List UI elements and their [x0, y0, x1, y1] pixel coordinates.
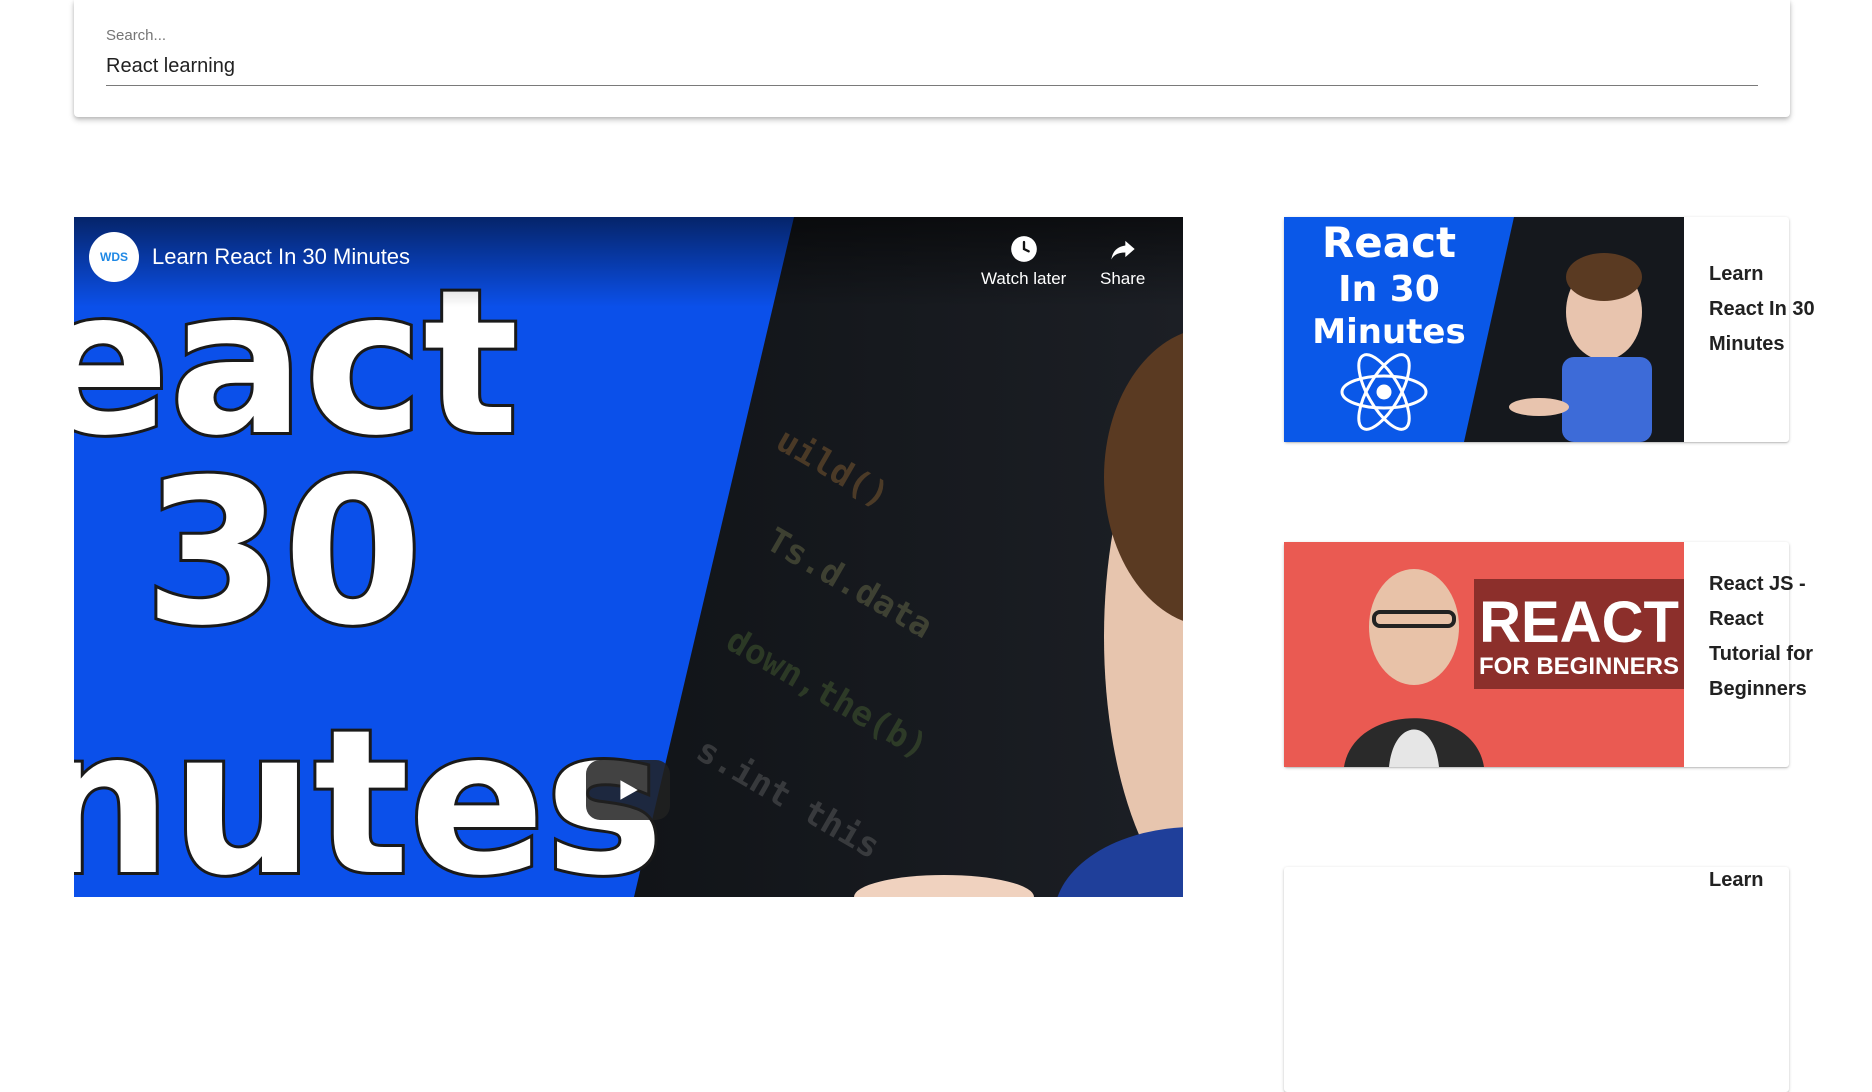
video-title[interactable]: Learn React In 30 Minutes: [1709, 257, 1819, 362]
thumb-text: Minutes: [1312, 312, 1465, 352]
share-button[interactable]: Share: [1100, 235, 1145, 289]
video-thumbnail: REACT FOR BEGINNERS: [1284, 542, 1684, 767]
play-icon: [620, 780, 638, 800]
search-input[interactable]: [106, 52, 1758, 80]
video-thumbnail: React In 30 Minutes: [1284, 217, 1684, 442]
thumb-text-line3: nutes: [74, 687, 664, 897]
share-icon: [1111, 240, 1135, 260]
search-card: Search...: [74, 0, 1790, 117]
video-title[interactable]: React JS - React Tutorial for Beginners: [1709, 567, 1819, 707]
thumb-text: React: [1322, 218, 1456, 267]
video-title[interactable]: Learn: [1709, 863, 1819, 898]
play-button[interactable]: [586, 760, 670, 820]
video-list-item[interactable]: Learn: [1284, 867, 1789, 1092]
share-label: Share: [1100, 269, 1146, 288]
search-label: Search...: [106, 27, 167, 44]
thumb-text: FOR BEGINNERS: [1479, 653, 1679, 680]
video-player[interactable]: uild() Ts.d.data down,the(b) s.int this …: [74, 217, 1183, 897]
thumb-text: REACT: [1479, 590, 1679, 655]
clock-icon: [1010, 236, 1037, 262]
thumb-text-line2: 30: [144, 437, 422, 670]
channel-avatar[interactable]: WDS: [89, 232, 139, 282]
video-list-item[interactable]: React In 30 Minutes Learn React In 30 Mi…: [1284, 217, 1815, 442]
search-field[interactable]: Search...: [106, 24, 1758, 86]
watch-later-label: Watch later: [981, 269, 1067, 288]
watch-later-button[interactable]: Watch later: [981, 235, 1066, 289]
channel-badge-text: WDS: [100, 250, 128, 264]
thumb-text: In 30: [1338, 269, 1440, 310]
video-list-item[interactable]: REACT FOR BEGINNERS React JS - React Tut…: [1284, 542, 1813, 767]
player-title[interactable]: Learn React In 30 Minutes: [152, 244, 410, 270]
